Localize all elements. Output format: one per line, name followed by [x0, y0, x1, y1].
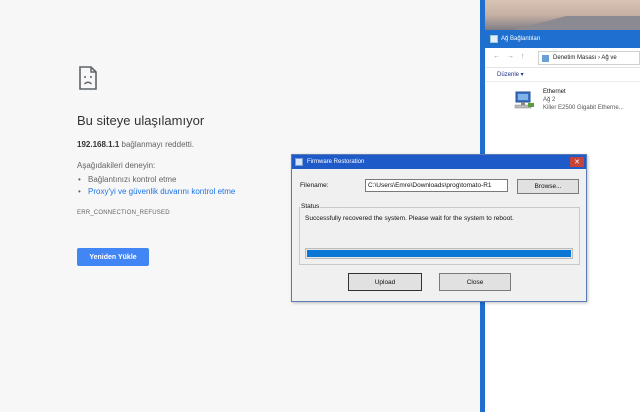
- error-host-suffix: bağlanmayı reddetti.: [119, 140, 194, 149]
- app-icon: [490, 35, 498, 43]
- status-label: Status: [300, 203, 321, 210]
- forward-icon[interactable]: →: [507, 53, 514, 60]
- control-panel-icon: [542, 55, 549, 62]
- try-heading: Aşağıdakileri deneyin:: [77, 161, 156, 170]
- back-icon[interactable]: ←: [493, 53, 500, 60]
- network-adapter-icon[interactable]: [513, 90, 535, 110]
- error-title: Bu siteye ulaşılamıyor: [77, 113, 205, 128]
- adapter-device: Killer E2500 Gigabit Etherne...: [543, 105, 624, 111]
- firmware-restoration-dialog: Firmware Restoration ✕ Filename: C:\User…: [291, 154, 587, 302]
- close-button[interactable]: Close: [439, 273, 511, 291]
- dialog-title: Firmware Restoration: [307, 159, 365, 165]
- filename-field[interactable]: C:\Users\Emre\Downloads\prog\tomato-R1: [365, 179, 508, 192]
- address-bar: ← → ↑ Denetim Masası › Ağ ve: [485, 48, 640, 68]
- error-host: 192.168.1.1: [77, 140, 120, 149]
- browse-button[interactable]: Browse...: [517, 179, 579, 194]
- sad-page-icon: [79, 66, 97, 90]
- address-field[interactable]: Denetim Masası › Ağ ve: [538, 51, 640, 65]
- status-message: Successfully recovered the system. Pleas…: [305, 215, 514, 222]
- network-window-title: Ağ Bağlantıları: [501, 36, 541, 42]
- organize-menu[interactable]: Düzenle ▾: [497, 71, 524, 78]
- suggestion-check-proxy-link[interactable]: Proxy'yi ve güvenlik duvarını kontrol et…: [78, 187, 235, 196]
- reload-button[interactable]: Yeniden Yükle: [77, 248, 149, 266]
- adapter-name: Ethernet: [543, 89, 566, 95]
- filename-label: Filename:: [300, 182, 329, 189]
- adapter-network: Ağ 2: [543, 97, 556, 103]
- dialog-app-icon: [295, 158, 303, 166]
- close-icon[interactable]: ✕: [570, 157, 584, 167]
- progress-fill: [307, 250, 571, 257]
- command-bar: Düzenle ▾: [485, 68, 640, 82]
- address-text: Denetim Masası › Ağ ve: [553, 55, 617, 61]
- error-host-line: 192.168.1.1 bağlanmayı reddetti.: [77, 140, 194, 149]
- progress-bar: [305, 248, 573, 259]
- desktop-wallpaper: [480, 0, 640, 30]
- up-icon[interactable]: ↑: [521, 53, 525, 60]
- upload-button[interactable]: Upload: [348, 273, 422, 291]
- network-window-titlebar[interactable]: Ağ Bağlantıları: [485, 30, 640, 48]
- suggestion-check-connection: Bağlantınızı kontrol etme: [78, 175, 176, 184]
- dialog-titlebar[interactable]: Firmware Restoration ✕: [292, 155, 586, 169]
- error-code: ERR_CONNECTION_REFUSED: [77, 210, 170, 216]
